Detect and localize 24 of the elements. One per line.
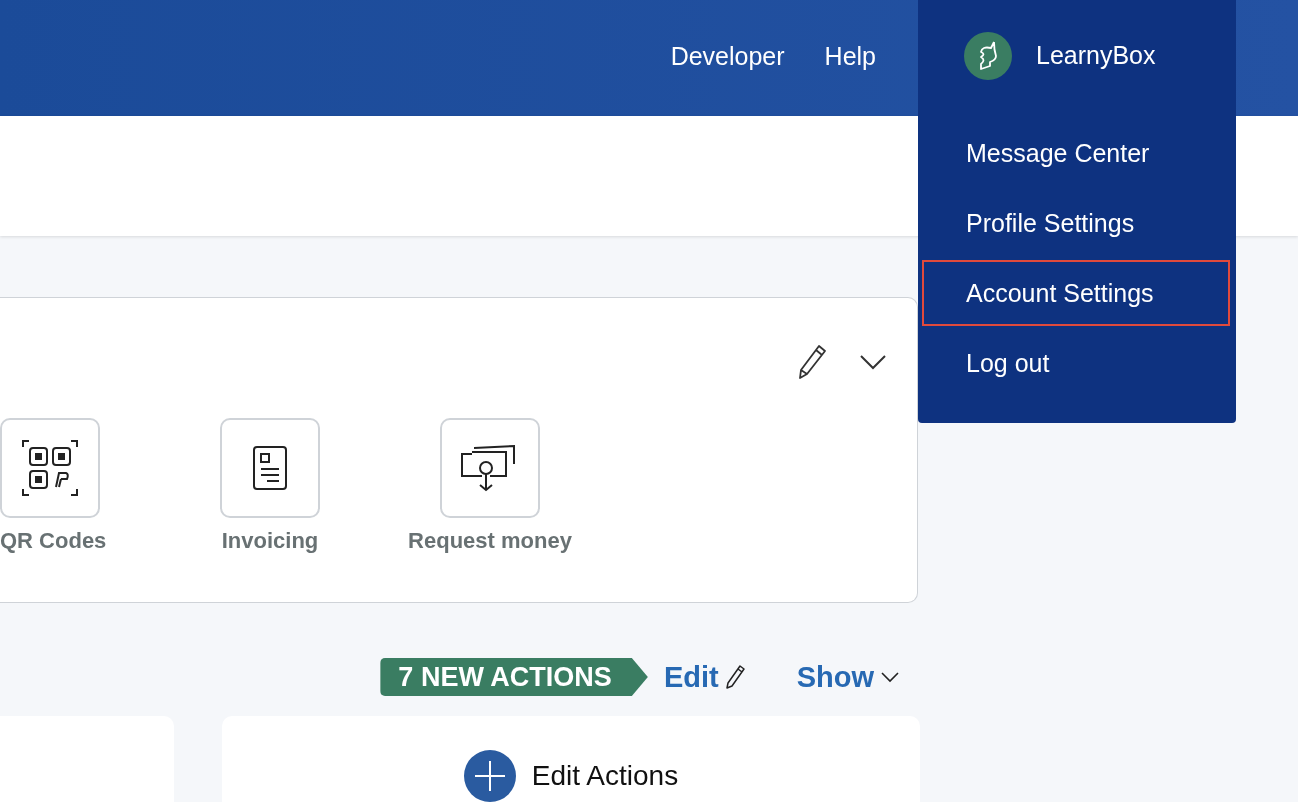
new-actions-badge: 7 NEW ACTIONS: [380, 658, 648, 696]
document-icon: [252, 445, 288, 491]
menu-item[interactable]: Log out: [922, 330, 1230, 396]
menu-item[interactable]: Message Center: [922, 120, 1230, 186]
menu-item[interactable]: Account Settings: [922, 260, 1230, 326]
avatar-icon[interactable]: [964, 31, 1012, 80]
tool-label: Request money: [408, 528, 572, 554]
tool-label: QR Codes: [0, 528, 107, 554]
nav-link[interactable]: Help: [824, 41, 876, 71]
edit-link[interactable]: Edit: [663, 660, 719, 694]
tool-tile[interactable]: [220, 418, 320, 518]
pencil-icon[interactable]: [724, 664, 745, 690]
pencil-icon[interactable]: [797, 344, 827, 380]
qr-code-icon: [21, 439, 79, 497]
menu-item[interactable]: Profile Settings: [922, 190, 1230, 256]
tool-tile[interactable]: [440, 418, 540, 518]
edit-actions-button[interactable]: Edit Actions: [463, 750, 679, 802]
account-name: LearnyBox: [1036, 41, 1156, 70]
chevron-down-icon[interactable]: [859, 354, 887, 370]
tool-tile[interactable]: [0, 418, 100, 518]
nav-link[interactable]: Developer: [670, 41, 785, 71]
chevron-down-icon[interactable]: [880, 671, 900, 683]
show-link[interactable]: Show: [796, 660, 874, 694]
tool-label: Invoicing: [221, 528, 319, 554]
